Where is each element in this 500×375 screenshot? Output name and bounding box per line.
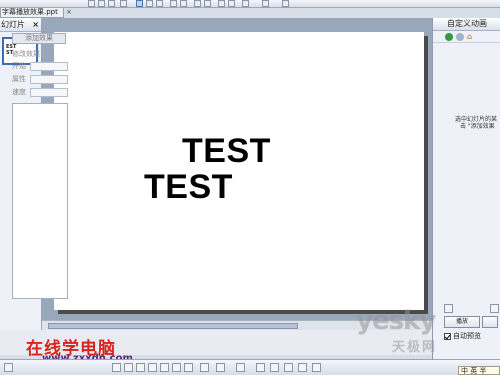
property-select[interactable] [30,75,68,84]
document-tab[interactable]: 字幕播放效果.ppt [0,8,64,18]
property-row: 属性 [12,74,68,85]
arrow-icon[interactable] [124,363,133,372]
align-right-button[interactable] [156,0,163,7]
task-pane-title: 自定义动画 [433,18,500,31]
slides-tab[interactable]: 幻灯片 [1,20,25,29]
numbering-button[interactable] [170,0,177,7]
autopreview-checkbox[interactable]: 自动预览 [444,331,500,341]
slide-canvas[interactable]: TEST TEST [54,32,424,310]
new-slide-button[interactable] [282,0,289,7]
move-down-icon[interactable] [490,304,499,313]
move-up-icon[interactable] [444,304,453,313]
align-center-button[interactable] [146,0,153,7]
line-style-icon[interactable] [256,363,265,372]
bullets-button[interactable] [180,0,187,7]
increase-indent-button[interactable] [228,0,235,7]
dash-style-icon[interactable] [270,363,279,372]
speed-label: 速度 [12,88,26,96]
design-button[interactable] [262,0,269,7]
line-icon[interactable] [112,363,121,372]
watermark-sub: 天极网 [392,340,438,355]
line-color-icon[interactable] [216,363,225,372]
start-row: 开始 [12,61,68,72]
start-select[interactable] [30,62,68,71]
formatting-toolbar [0,0,500,8]
reorder-row [444,303,500,314]
rectangle-icon[interactable] [136,363,145,372]
drawing-toolbar [0,359,500,375]
scrollbar-thumb[interactable] [48,323,298,329]
align-left-button[interactable] [136,0,143,7]
underline-button[interactable] [108,0,115,7]
start-label: 开始 [12,62,26,70]
play-button[interactable]: 播放 [444,316,480,328]
task-pane-nav: ⌂ [433,31,500,43]
decrease-indent-button[interactable] [218,0,225,7]
effect-hint: 击 "添加效果 [460,123,495,130]
increase-font-button[interactable] [194,0,201,7]
speed-row: 速度 [12,87,68,98]
font-color-button[interactable] [242,0,249,7]
speed-select[interactable] [30,88,68,97]
slide-text-box[interactable]: TEST [182,132,271,171]
home-icon[interactable]: ⌂ [467,33,472,41]
clipart-icon[interactable] [184,363,193,372]
close-icon[interactable]: × [66,8,72,17]
wordart-icon[interactable] [172,363,181,372]
slide-workspace: TEST TEST [42,18,432,330]
modify-effect-label: 修改效果 [12,50,40,58]
select-objects-icon[interactable] [4,363,13,372]
bold-button[interactable] [88,0,95,7]
slide-text-box[interactable]: TEST [144,168,233,207]
autopreview-label: 自动预览 [453,332,481,340]
italic-button[interactable] [98,0,105,7]
add-effect-button[interactable]: 添加效果 [12,33,66,44]
property-label: 属性 [12,75,26,83]
ime-status[interactable]: 中 英 半 [458,366,500,375]
shadow-button[interactable] [120,0,127,7]
forward-icon[interactable] [456,33,464,41]
3d-style-icon[interactable] [312,363,321,372]
close-icon[interactable]: × [32,18,39,31]
fill-color-icon[interactable] [200,363,209,372]
shadow-style-icon[interactable] [298,363,307,372]
effect-list[interactable] [12,103,68,299]
textbox-icon[interactable] [160,363,169,372]
slides-pane-header: 幻灯片 × [0,18,41,32]
decrease-font-button[interactable] [204,0,211,7]
oval-icon[interactable] [148,363,157,372]
arrow-style-icon[interactable] [284,363,293,372]
checkbox-icon[interactable] [444,332,451,340]
back-icon[interactable] [445,33,453,41]
slideshow-icon[interactable] [482,316,498,328]
font-color-icon[interactable] [236,363,245,372]
watermark-logo: yesky [356,306,436,336]
